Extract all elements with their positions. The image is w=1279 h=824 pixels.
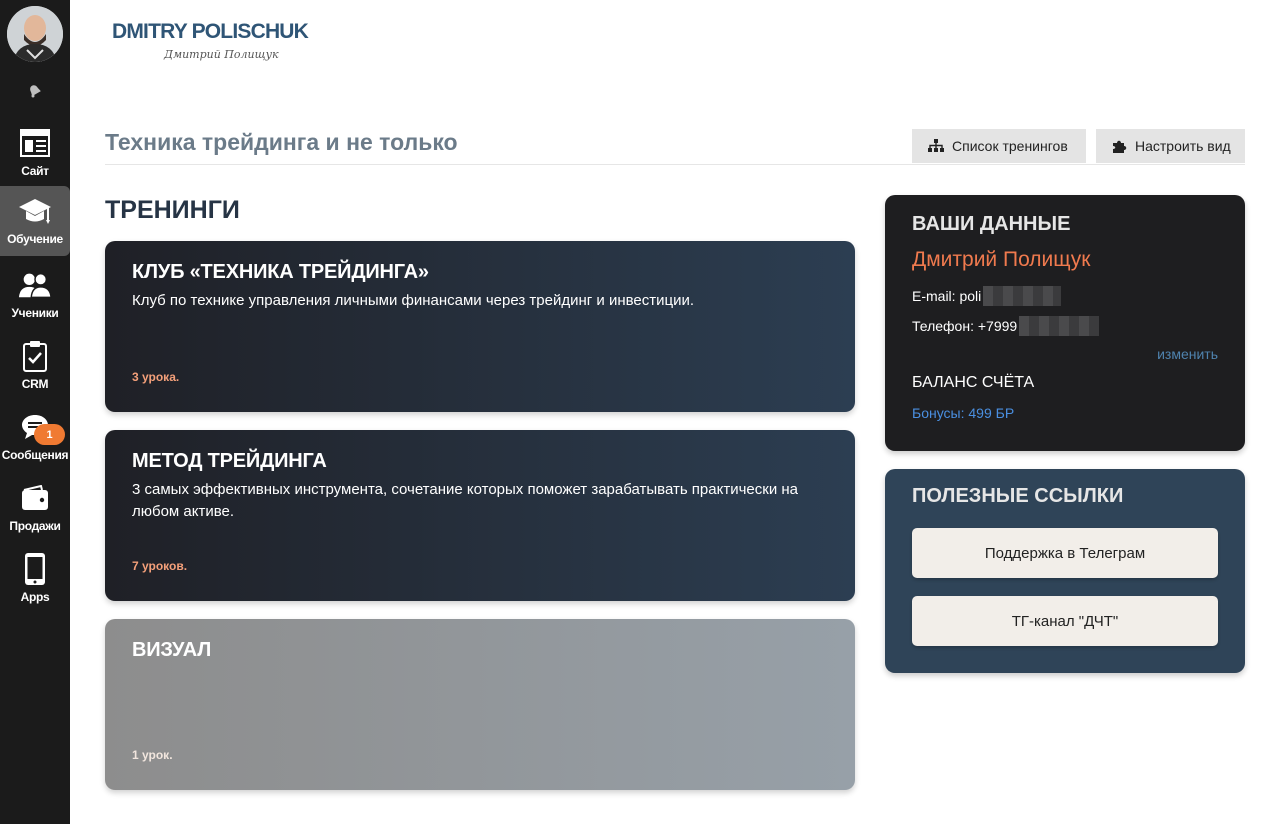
course-title: ВИЗУАЛ xyxy=(132,639,212,661)
course-description: Клуб по технике управления личными финан… xyxy=(132,292,695,309)
user-phone-row: Телефон: +7999 xyxy=(912,316,1218,336)
sitemap-icon xyxy=(928,139,944,153)
course-card[interactable]: КЛУБ «ТЕХНИКА ТРЕЙДИНГА» Клуб по технике… xyxy=(105,241,855,412)
redacted-email xyxy=(983,286,1062,306)
sidebar-item-students[interactable]: Ученики xyxy=(0,260,70,328)
telegram-channel-button[interactable]: ТГ-канал "ДЧТ" xyxy=(912,596,1218,646)
sidebar-item-label: Apps xyxy=(20,590,50,604)
logo-signature: Дмитрий Полищук xyxy=(164,48,279,61)
sidebar-item-apps[interactable]: Apps xyxy=(0,544,70,612)
clipboard-check-icon xyxy=(18,339,52,373)
user-email: E-mail: poli xyxy=(912,288,982,304)
course-card[interactable]: ВИЗУАЛ 1 урок. xyxy=(105,619,855,790)
user-name: Дмитрий Полищук xyxy=(912,248,1091,271)
user-data-title: ВАШИ ДАННЫЕ xyxy=(912,213,1071,235)
users-icon xyxy=(18,268,52,302)
notifications-bell-icon[interactable] xyxy=(27,83,43,99)
website-icon xyxy=(18,126,52,160)
graduation-cap-icon xyxy=(18,194,52,228)
site-logo[interactable]: DMITRY POLISCHUK Дмитрий Полищук xyxy=(112,20,309,61)
messages-count-badge: 1 xyxy=(34,424,65,445)
user-email-row: E-mail: poli xyxy=(912,286,1218,306)
course-lessons-count: 7 уроков. xyxy=(132,559,188,573)
useful-links-title: ПОЛЕЗНЫЕ ССЫЛКИ xyxy=(912,485,1124,507)
phone-icon xyxy=(18,552,52,586)
course-card[interactable]: МЕТОД ТРЕЙДИНГА 3 самых эффективных инст… xyxy=(105,430,855,601)
user-data-panel: ВАШИ ДАННЫЕ Дмитрий Полищук E-mail: poli… xyxy=(885,195,1245,451)
trainings-list-button[interactable]: Список тренингов xyxy=(912,129,1086,163)
change-data-link[interactable]: изменить xyxy=(1157,346,1218,362)
sidebar-item-sales[interactable]: Продажи xyxy=(0,473,70,541)
bonus-balance[interactable]: Бонусы: 499 БР xyxy=(912,405,1014,421)
course-lessons-count: 3 урока. xyxy=(132,370,180,384)
user-phone: Телефон: +7999 xyxy=(912,318,1018,334)
course-description: 3 самых эффективных инструмента, сочетан… xyxy=(132,481,798,520)
sidebar: Сайт Обучение Ученики CRM Сообщения 1 Пр… xyxy=(0,0,70,824)
sidebar-item-label: CRM xyxy=(21,377,49,391)
redacted-phone xyxy=(1019,316,1100,336)
course-title: МЕТОД ТРЕЙДИНГА xyxy=(132,450,327,472)
sidebar-item-label: Сообщения xyxy=(1,448,69,462)
balance-title: БАЛАНС СЧЁТА xyxy=(912,374,1035,391)
useful-links-panel: ПОЛЕЗНЫЕ ССЫЛКИ Поддержка в Телеграм ТГ-… xyxy=(885,469,1245,673)
course-lessons-count: 1 урок. xyxy=(132,748,173,762)
sidebar-item-education[interactable]: Обучение xyxy=(0,186,70,256)
customize-view-button[interactable]: Настроить вид xyxy=(1096,129,1245,163)
sidebar-item-label: Обучение xyxy=(7,232,63,246)
sidebar-item-label: Продажи xyxy=(9,519,61,533)
logo-brand-text: DMITRY POLISCHUK xyxy=(112,20,309,43)
wallet-icon xyxy=(18,481,52,515)
course-title: КЛУБ «ТЕХНИКА ТРЕЙДИНГА» xyxy=(132,261,429,283)
trainings-section-title: ТРЕНИНГИ xyxy=(105,196,240,224)
sidebar-item-site[interactable]: Сайт xyxy=(0,118,70,186)
trainings-list-label: Список тренингов xyxy=(952,138,1068,154)
page-title: Техника трейдинга и не только xyxy=(105,129,458,155)
avatar[interactable] xyxy=(7,6,63,62)
sidebar-item-crm[interactable]: CRM xyxy=(0,331,70,399)
sidebar-item-label: Ученики xyxy=(11,306,59,320)
sidebar-item-label: Сайт xyxy=(21,164,49,178)
title-divider xyxy=(105,164,1245,165)
customize-view-label: Настроить вид xyxy=(1135,138,1231,154)
telegram-support-button[interactable]: Поддержка в Телеграм xyxy=(912,528,1218,578)
puzzle-icon xyxy=(1112,139,1127,154)
